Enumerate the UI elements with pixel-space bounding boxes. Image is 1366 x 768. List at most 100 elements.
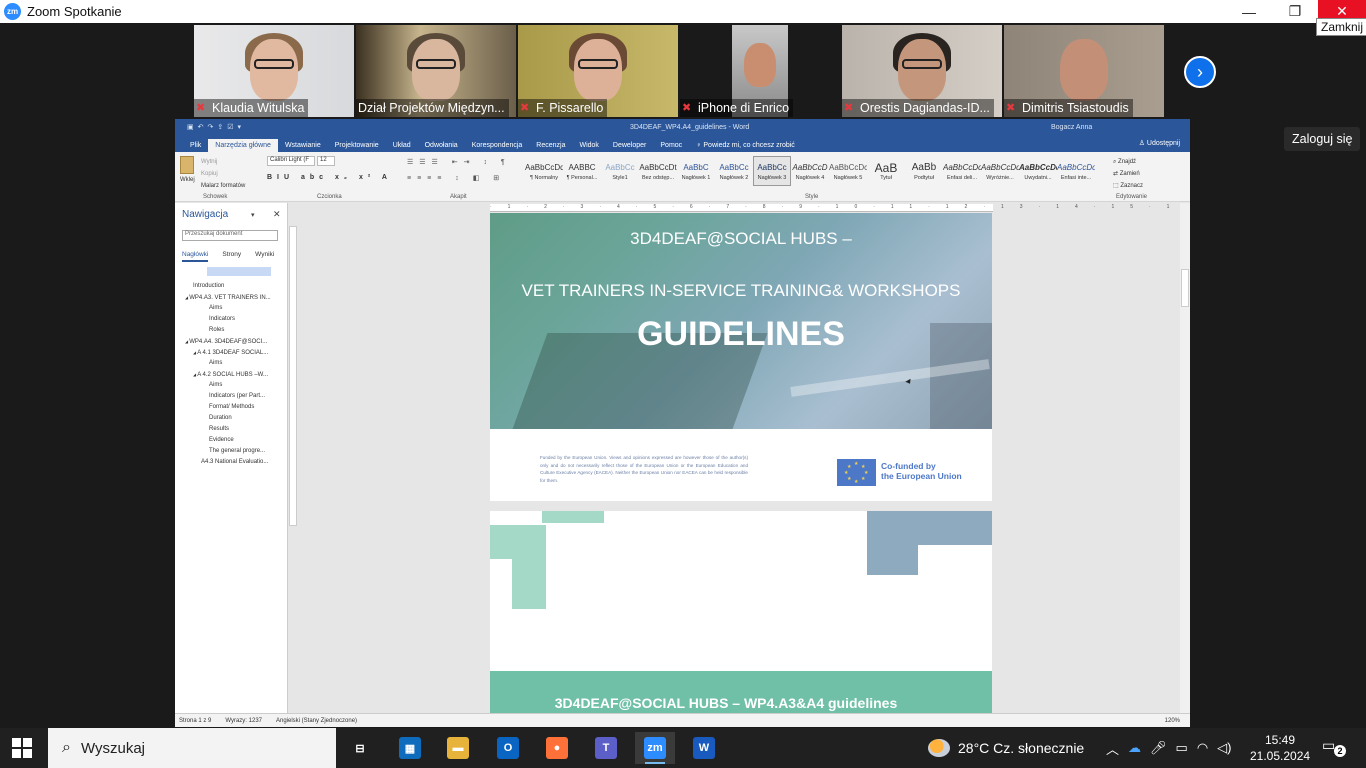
battery-icon[interactable]: ▭ <box>1176 740 1188 756</box>
tab-design[interactable]: Projektowanie <box>328 139 386 152</box>
font-format-buttons[interactable]: BIU abc x₂ x² A <box>267 174 392 181</box>
taskbar-search[interactable]: ⌕ Wyszukaj <box>48 728 336 768</box>
nav-current-heading[interactable] <box>207 267 271 276</box>
start-button[interactable] <box>12 738 32 758</box>
chevron-down-icon[interactable]: ▾ <box>251 211 255 219</box>
participant-tile[interactable]: ✖ Dimitris Tsiastoudis <box>1004 25 1164 117</box>
participant-tile[interactable]: ✖ iPhone di Enrico <box>680 25 840 117</box>
tab-help[interactable]: Pomoc <box>653 139 689 152</box>
style-item[interactable]: AaBbCcDd Uwydatni... <box>1019 156 1057 186</box>
microphone-icon[interactable]: 🎤︎ <box>1150 740 1167 756</box>
taskbar-app-outlook[interactable]: O <box>488 732 528 764</box>
nav-search-input[interactable]: Przeszukaj dokument <box>182 230 278 241</box>
tab-review[interactable]: Recenzja <box>529 139 572 152</box>
style-item[interactable]: AaBbCcDd Wyróżnie... <box>981 156 1019 186</box>
find-button[interactable]: ⌕ Znajdź <box>1113 156 1143 168</box>
cut-button[interactable]: Wytnij <box>201 156 245 168</box>
nav-heading-item[interactable]: Introduction <box>175 281 287 292</box>
chevron-up-icon[interactable]: ︿ <box>1106 739 1119 758</box>
nav-heading-item[interactable]: Indicators <box>175 314 287 325</box>
nav-tab-results[interactable]: Wyniki <box>255 251 274 262</box>
minimize-button[interactable]: — <box>1226 0 1272 23</box>
document-page-2[interactable]: 3D4DEAF@SOCIAL HUBS – WP4.A3&A4 guidelin… <box>490 511 992 719</box>
nav-heading-item[interactable]: Evidence <box>175 435 287 446</box>
participant-tile[interactable]: ✖ Orestis Dagiandas-ID... <box>842 25 1002 117</box>
paragraph-align-buttons[interactable]: ≡≡≡≡ ↕ ◧ ⊞ <box>407 174 505 182</box>
taskbar-app-task-view[interactable]: ⊟ <box>340 732 380 764</box>
style-item-selected[interactable]: AaBbCc Nagłówek 3 <box>753 156 791 186</box>
style-item[interactable]: AaBbCcDd Enfasi inte... <box>1057 156 1095 186</box>
style-item[interactable]: AaBbCc Style1 <box>601 156 639 186</box>
tab-references[interactable]: Odwołania <box>418 139 465 152</box>
tab-file[interactable]: Plik <box>183 139 208 152</box>
wifi-icon[interactable]: ◠ <box>1197 740 1208 756</box>
status-words[interactable]: Wyrazy: 1237 <box>225 718 262 724</box>
volume-icon[interactable]: ◁) <box>1217 740 1231 756</box>
tab-insert[interactable]: Wstawianie <box>278 139 328 152</box>
document-page-1[interactable]: 3D4DEAF@SOCIAL HUBS – VET TRAINERS IN-SE… <box>490 213 992 501</box>
style-item[interactable]: AaBbCcDd ¶ Normalny <box>525 156 563 186</box>
nav-heading-item[interactable]: Indicators (per Part... <box>175 391 287 402</box>
close-icon[interactable]: ✕ <box>273 209 281 220</box>
login-button[interactable]: Zaloguj się <box>1284 127 1361 151</box>
nav-heading-item[interactable]: Duration <box>175 413 287 424</box>
font-name-select[interactable]: Calibri Light (F <box>267 156 315 166</box>
status-page[interactable]: Strona 1 z 9 <box>179 718 211 724</box>
participant-tile[interactable]: ✖ F. Pissarello <box>518 25 678 117</box>
paragraph-list-buttons[interactable]: ☰☰☰ ⇤⇥ ↕ ¶ <box>407 158 511 166</box>
font-size-select[interactable]: 12 <box>317 156 335 166</box>
style-item[interactable]: AaBbCc Nagłówek 2 <box>715 156 753 186</box>
share-button[interactable]: ♙ Udostępnij <box>1139 139 1180 147</box>
tab-mailings[interactable]: Korespondencja <box>465 139 530 152</box>
select-button[interactable]: ⬚ Zaznacz <box>1113 180 1143 192</box>
quick-access-toolbar[interactable]: ▣↶↷⇪☑▾ <box>187 123 245 131</box>
nav-heading-item[interactable]: ◢ A 4.1 3D4DEAF SOCIAL... <box>175 347 287 358</box>
scrollbar-thumb[interactable] <box>1181 269 1189 307</box>
notification-button[interactable]: ▭ 2 <box>1322 737 1346 759</box>
paste-icon[interactable] <box>180 156 194 174</box>
onedrive-icon[interactable]: ☁ <box>1128 740 1141 756</box>
copy-button[interactable]: Kopiuj <box>201 168 245 180</box>
nav-heading-item[interactable]: The general progre... <box>175 446 287 457</box>
taskbar-app-teams[interactable]: T <box>586 732 626 764</box>
taskbar-app-file-explorer[interactable]: ▬ <box>438 732 478 764</box>
format-painter-button[interactable]: Malarz formatów <box>201 180 245 192</box>
nav-tab-pages[interactable]: Strony <box>222 251 241 262</box>
nav-heading-item[interactable]: A4.3 National Evaluatio... <box>175 457 287 468</box>
taskbar-app-zoom[interactable]: zm <box>635 732 675 764</box>
style-item[interactable]: AaB Tytuł <box>867 156 905 186</box>
nav-tab-headings[interactable]: Nagłówki <box>182 251 209 262</box>
next-page-button[interactable]: › <box>1184 56 1216 88</box>
tab-layout[interactable]: Układ <box>386 139 418 152</box>
style-item[interactable]: AaBb Podtytuł <box>905 156 943 186</box>
taskbar-clock[interactable]: 15:49 21.05.2024 <box>1250 732 1310 764</box>
tab-developer[interactable]: Deweloper <box>606 139 653 152</box>
nav-heading-item[interactable]: ◢ A 4.2 SOCIAL HUBS –W... <box>175 369 287 380</box>
nav-heading-item[interactable]: Roles <box>175 325 287 336</box>
status-zoom[interactable]: 120% <box>1165 718 1180 724</box>
style-item[interactable]: AaBbCcDc Nagłówek 5 <box>829 156 867 186</box>
nav-heading-item[interactable]: ◢ WP4.A4. 3D4DEAF@SOCI... <box>175 336 287 347</box>
taskbar-app-firefox[interactable]: ● <box>537 732 577 764</box>
nav-heading-item[interactable]: Aims <box>175 380 287 391</box>
nav-heading-item[interactable]: ◢ WP4.A3. VET TRAINERS IN... <box>175 292 287 303</box>
status-language[interactable]: Angielski (Stany Zjednoczone) <box>276 718 357 724</box>
nav-heading-item[interactable]: Aims <box>175 303 287 314</box>
weather-widget[interactable]: 28°C Cz. słonecznie <box>928 728 1084 768</box>
tell-me-search[interactable]: ♀ Powiedz mi, co chcesz zrobić <box>689 139 802 152</box>
participant-tile[interactable]: ✖ Klaudia Witulska <box>194 25 354 117</box>
taskbar-app-word[interactable]: W <box>684 732 724 764</box>
tab-home[interactable]: Narzędzia główne <box>208 139 278 152</box>
nav-heading-item[interactable]: Aims <box>175 358 287 369</box>
replace-button[interactable]: ⇄ Zamień <box>1113 168 1143 180</box>
nav-heading-item[interactable]: Results <box>175 424 287 435</box>
participant-tile-active[interactable]: Dział Projektów Międzyn... <box>356 25 516 117</box>
style-item[interactable]: AaBbCcDt Bez odstęp... <box>639 156 677 186</box>
style-item[interactable]: AABBC ¶ Personal... <box>563 156 601 186</box>
style-item[interactable]: AaBbC Nagłówek 1 <box>677 156 715 186</box>
style-item[interactable]: AaBbCcD Nagłówek 4 <box>791 156 829 186</box>
style-item[interactable]: AaBbCcDd Enfasi deli... <box>943 156 981 186</box>
tab-view[interactable]: Widok <box>572 139 605 152</box>
nav-heading-item[interactable]: Format/ Methods <box>175 402 287 413</box>
maximize-button[interactable]: ❐ <box>1272 0 1318 23</box>
